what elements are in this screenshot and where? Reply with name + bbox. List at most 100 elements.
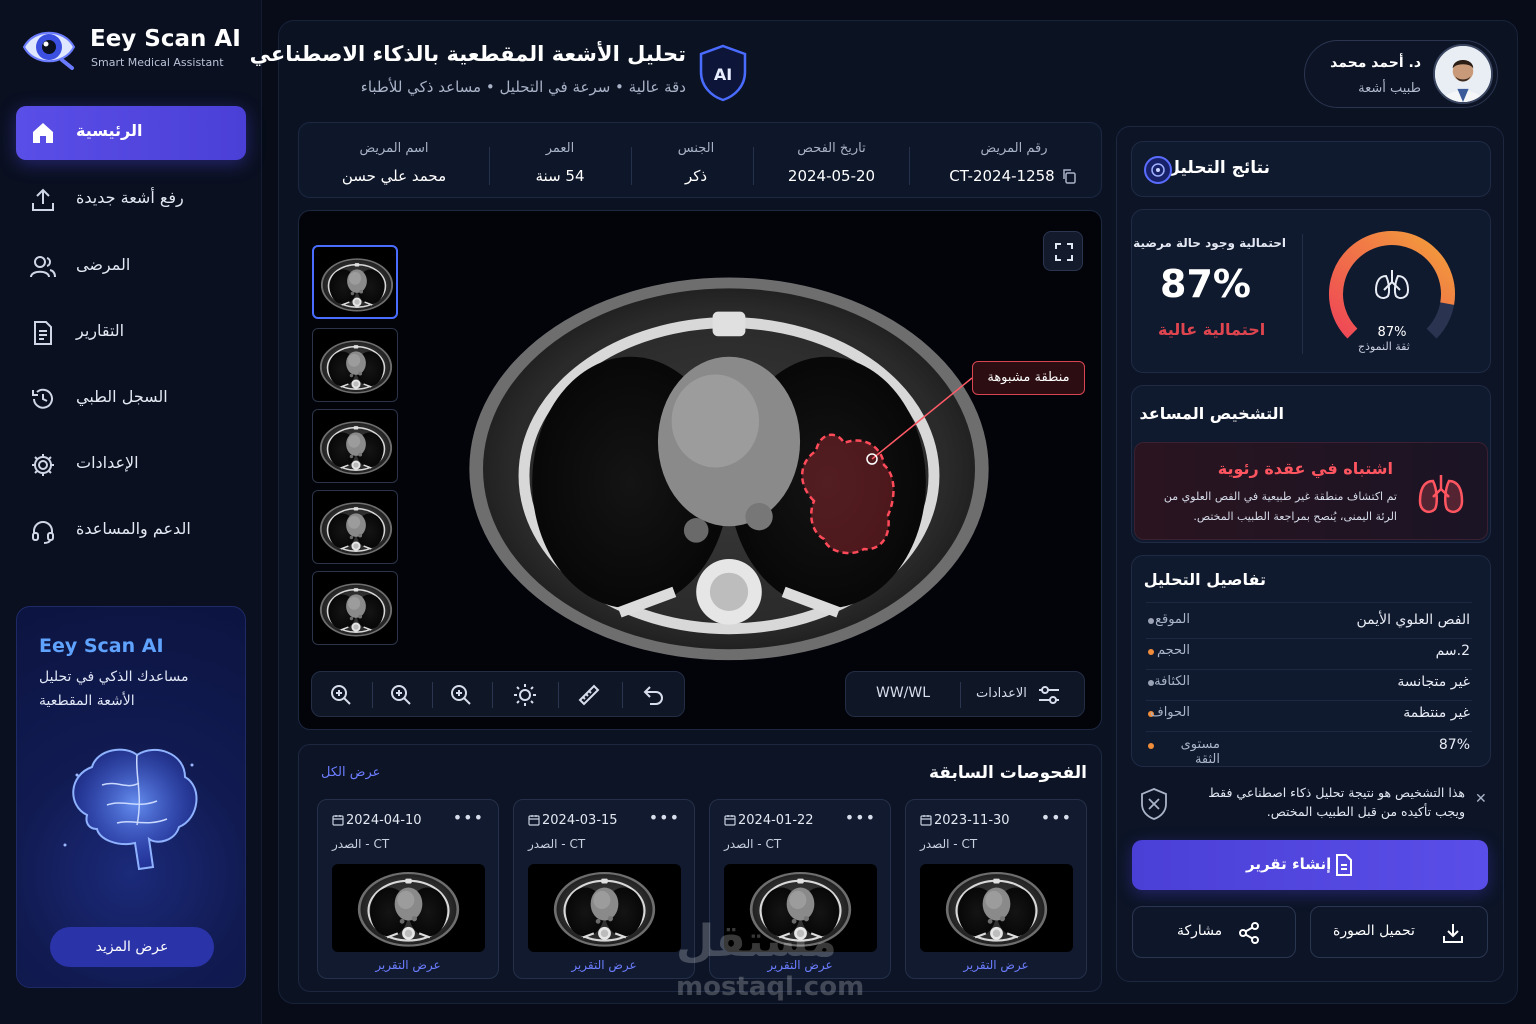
promo-card: Eey Scan AI مساعدك الذكي في تحليل الأشعة… bbox=[16, 606, 246, 988]
undo-icon[interactable] bbox=[640, 682, 666, 708]
viewer-settings-label[interactable]: الاعدادات bbox=[976, 686, 1027, 701]
download-label: تحميل الصورة bbox=[1333, 923, 1415, 939]
calendar-icon bbox=[332, 815, 344, 826]
copy-icon[interactable] bbox=[1061, 168, 1077, 184]
slice-thumbnail[interactable] bbox=[312, 245, 398, 319]
exam-card[interactable]: 2023-11-30 ••• CT - الصدر عرض التقرير bbox=[905, 799, 1087, 979]
probability-card: احتمالية وجود حالة مرضية 87% احتمالية عا… bbox=[1131, 209, 1491, 373]
slice-thumbnail[interactable] bbox=[312, 571, 398, 645]
more-options-icon[interactable]: ••• bbox=[845, 808, 876, 827]
document-icon bbox=[1336, 854, 1352, 876]
status-dot bbox=[1148, 618, 1154, 624]
brightness-icon[interactable] bbox=[512, 682, 538, 708]
status-dot bbox=[1148, 743, 1154, 749]
exam-date: 2024-04-10 bbox=[346, 813, 422, 828]
sidebar-item-home[interactable]: الرئيسية bbox=[16, 106, 246, 160]
divider bbox=[622, 682, 623, 708]
watermark: مستقل mostaql.com bbox=[660, 916, 880, 1006]
detail-value: 87% bbox=[1438, 737, 1470, 753]
view-all-link[interactable]: عرض الكل bbox=[321, 765, 380, 780]
ai-chip-icon bbox=[1144, 156, 1172, 184]
app-tagline: Smart Medical Assistant bbox=[91, 56, 224, 69]
ruler-icon[interactable] bbox=[576, 682, 602, 708]
sidebar-item-upload[interactable]: رفع أشعة جديدة bbox=[16, 173, 246, 227]
app-logo[interactable]: Eey Scan AI Smart Medical Assistant bbox=[22, 24, 252, 74]
divider bbox=[1146, 669, 1472, 670]
exam-date: 2023-11-30 bbox=[934, 813, 1010, 828]
analysis-details-card: تفاصيل التحليل الموقع الفص العلوي الأيمن… bbox=[1131, 555, 1491, 767]
slice-thumbnail[interactable] bbox=[312, 328, 398, 402]
more-options-icon[interactable]: ••• bbox=[649, 808, 680, 827]
sidebar-item-reports[interactable]: التقارير bbox=[16, 306, 246, 360]
patient-id-value: CT-2024-1258 bbox=[949, 167, 1055, 185]
page-subtitle: دقة عالية • سرعة في التحليل • مساعد ذكي … bbox=[360, 78, 686, 96]
exam-type: CT - الصدر bbox=[332, 837, 390, 851]
exam-thumbnail bbox=[920, 864, 1073, 952]
download-image-button[interactable]: تحميل الصورة bbox=[1310, 906, 1488, 958]
exam-card[interactable]: 2024-04-10 ••• CT - الصدر عرض التقرير bbox=[317, 799, 499, 979]
divider bbox=[1302, 234, 1303, 354]
zoom-in-icon[interactable] bbox=[448, 682, 474, 708]
calendar-icon bbox=[920, 815, 932, 826]
users-icon bbox=[30, 256, 56, 278]
patient-id: رقم المريض CT-2024-1258 bbox=[939, 123, 1089, 199]
create-report-button[interactable]: إنشاء تقرير bbox=[1132, 840, 1488, 890]
probability-value: 87% bbox=[1160, 262, 1251, 306]
eye-logo-icon bbox=[22, 31, 76, 70]
share-icon bbox=[1239, 922, 1259, 944]
slice-thumbnail[interactable] bbox=[312, 490, 398, 564]
divider bbox=[1146, 700, 1472, 701]
diagnosis-text: تم اكتشاف منطقة غير طبيعية في الفص العلو… bbox=[1163, 490, 1397, 523]
show-more-button[interactable]: عرض المزيد bbox=[50, 927, 214, 967]
diagnosis-card: التشخيص المساعد اشتباه في عقدة رئوية تم … bbox=[1131, 385, 1491, 543]
viewer-toolbar bbox=[311, 671, 685, 717]
doctor-role: طبيب أشعة bbox=[1358, 81, 1421, 96]
ct-viewer[interactable]: منطقة مشبوهة WW/WL الاعدادات bbox=[298, 210, 1102, 730]
detail-value: الفص العلوي الأيمن bbox=[1356, 612, 1470, 628]
sliders-icon[interactable] bbox=[1036, 682, 1062, 708]
watermark-arabic: مستقل bbox=[676, 916, 837, 967]
results-title: نتائج التحليل bbox=[1165, 158, 1270, 178]
window-level-button[interactable]: WW/WL bbox=[876, 685, 930, 701]
sidebar-item-support[interactable]: الدعم والمساعدة bbox=[16, 504, 246, 558]
divider bbox=[492, 682, 493, 708]
divider bbox=[558, 682, 559, 708]
divider bbox=[432, 682, 433, 708]
divider bbox=[489, 147, 490, 185]
sidebar-item-label: التقارير bbox=[76, 321, 125, 340]
watermark-site: mostaql.com bbox=[676, 972, 865, 1002]
sidebar-item-label: الإعدادات bbox=[76, 453, 139, 472]
exam-type: CT - الصدر bbox=[920, 837, 978, 851]
app-name: Eey Scan AI bbox=[90, 26, 241, 52]
view-report-link[interactable]: عرض التقرير bbox=[906, 958, 1086, 972]
patient-info-bar: رقم المريض CT-2024-1258 تاريخ الفحص 2024… bbox=[298, 122, 1102, 198]
lungs-icon bbox=[1374, 270, 1410, 299]
sidebar-item-medical-record[interactable]: السجل الطبي bbox=[16, 372, 246, 426]
close-icon[interactable]: ✕ bbox=[1475, 791, 1487, 807]
exam-thumbnail bbox=[528, 864, 681, 952]
exam-thumbnail bbox=[332, 864, 485, 952]
sidebar-item-label: المرضى bbox=[76, 255, 131, 274]
share-label: مشاركة bbox=[1177, 923, 1223, 939]
confidence-label: ثقة النموذج bbox=[1358, 340, 1410, 353]
zoom-in-icon[interactable] bbox=[328, 682, 354, 708]
exam-date: تاريخ الفحص 2024-05-20 bbox=[759, 123, 904, 199]
zoom-in-icon[interactable] bbox=[388, 682, 414, 708]
view-report-link[interactable]: عرض التقرير bbox=[318, 958, 498, 972]
sidebar-item-patients[interactable]: المرضى bbox=[16, 240, 246, 294]
divider bbox=[1146, 638, 1472, 639]
more-options-icon[interactable]: ••• bbox=[453, 808, 484, 827]
gear-icon bbox=[32, 454, 54, 476]
detail-label: الحجم bbox=[1156, 643, 1190, 658]
disclaimer-text: هذا التشخيص هو نتيجة تحليل ذكاء اصطناعي … bbox=[1208, 785, 1465, 819]
sidebar-item-settings[interactable]: الإعدادات bbox=[16, 438, 246, 492]
window-level-toolbar: WW/WL الاعدادات bbox=[845, 671, 1085, 717]
patient-id-label: رقم المريض bbox=[980, 141, 1048, 156]
more-options-icon[interactable]: ••• bbox=[1041, 808, 1072, 827]
share-button[interactable]: مشاركة bbox=[1132, 906, 1296, 958]
slice-thumbnail[interactable] bbox=[312, 409, 398, 483]
ct-scan-image bbox=[424, 251, 1034, 671]
fullscreen-button[interactable] bbox=[1043, 231, 1083, 271]
doctor-profile[interactable]: د. أحمد محمد طبيب أشعة bbox=[1304, 40, 1498, 108]
diagnosis-title: التشخيص المساعد bbox=[1139, 404, 1284, 423]
